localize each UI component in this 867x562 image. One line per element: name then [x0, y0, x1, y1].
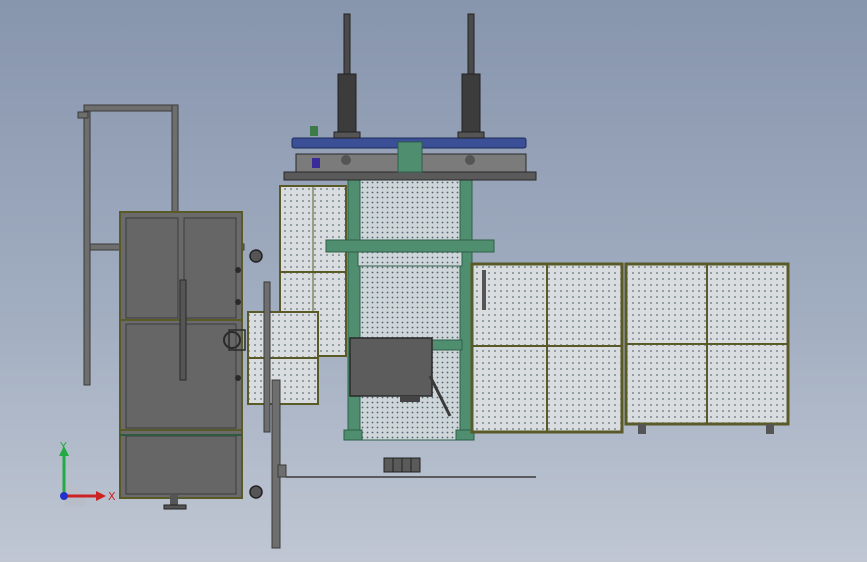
- cad-viewport[interactable]: Y X: [0, 0, 867, 562]
- right-guard-panel-a: [470, 262, 624, 434]
- left-lift-cylinder: [333, 13, 361, 139]
- y-axis-label: Y: [59, 440, 67, 453]
- floor-block: [383, 457, 421, 473]
- right-guard-panel-b: [624, 262, 790, 434]
- right-lift-cylinder: [457, 13, 485, 139]
- coordinate-axes-triad: Y X: [59, 440, 116, 506]
- machine-assembly-drawing: [77, 13, 790, 549]
- left-cabinet: [119, 211, 263, 510]
- central-column-frame: [325, 177, 495, 441]
- x-axis-arrow: [96, 491, 106, 501]
- z-axis-point: [60, 492, 68, 500]
- top-platform: [283, 126, 537, 181]
- x-axis-label: X: [108, 490, 116, 503]
